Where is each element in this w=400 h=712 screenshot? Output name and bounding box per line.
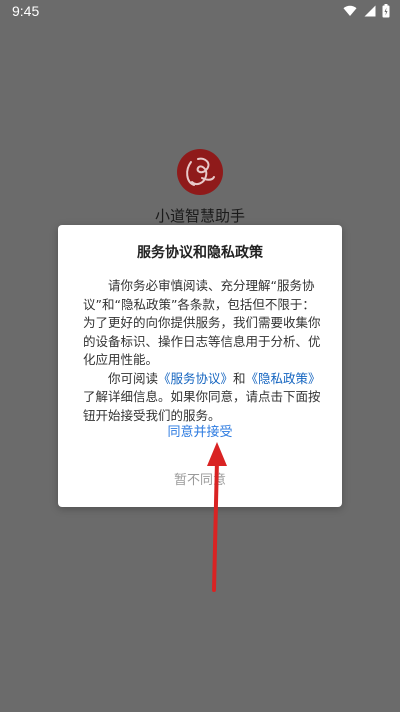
app-name: 小道智慧助手 <box>154 207 245 225</box>
dialog-title: 服务协议和隐私政策 <box>137 245 263 261</box>
dialog-paragraph-1: 请你务必审慎阅读、充分理解“服务协议”和“隐私政策”各条款，包括但不限于：为了更… <box>83 278 321 367</box>
para2-prefix: 你可阅读 <box>108 370 159 386</box>
battery-icon <box>382 4 390 18</box>
dialog-paragraph-2: 你可阅读《服务协议》和《隐私政策》了解详细信息。如果你同意，请点击下面按钮开始接… <box>83 370 323 426</box>
para2-suffix: 了解详细信息。如果你同意，请点击下面按钮开始接受我们的服务。 <box>83 389 321 423</box>
status-time: 9:45 <box>12 3 40 19</box>
wifi-icon <box>343 5 357 17</box>
status-icons <box>343 4 390 18</box>
privacy-policy-link[interactable]: 《隐私政策》 <box>246 371 321 386</box>
app-logo <box>176 148 224 196</box>
annotation-arrow-icon <box>207 442 227 592</box>
accept-button[interactable]: 同意并接受 <box>58 421 342 441</box>
status-bar: 9:45 <box>0 0 400 24</box>
signal-icon <box>363 5 376 17</box>
para2-and: 和 <box>233 370 246 386</box>
dialog-body: 请你务必审慎阅读、充分理解“服务协议”和“隐私政策”各条款，包括但不限于：为了更… <box>83 277 323 425</box>
service-agreement-link[interactable]: 《服务协议》 <box>158 371 233 386</box>
screen: 9:45 小道智慧助手 服务协议和隐私政策 请你务必审慎阅读、充分理解“服务协议… <box>0 0 400 712</box>
